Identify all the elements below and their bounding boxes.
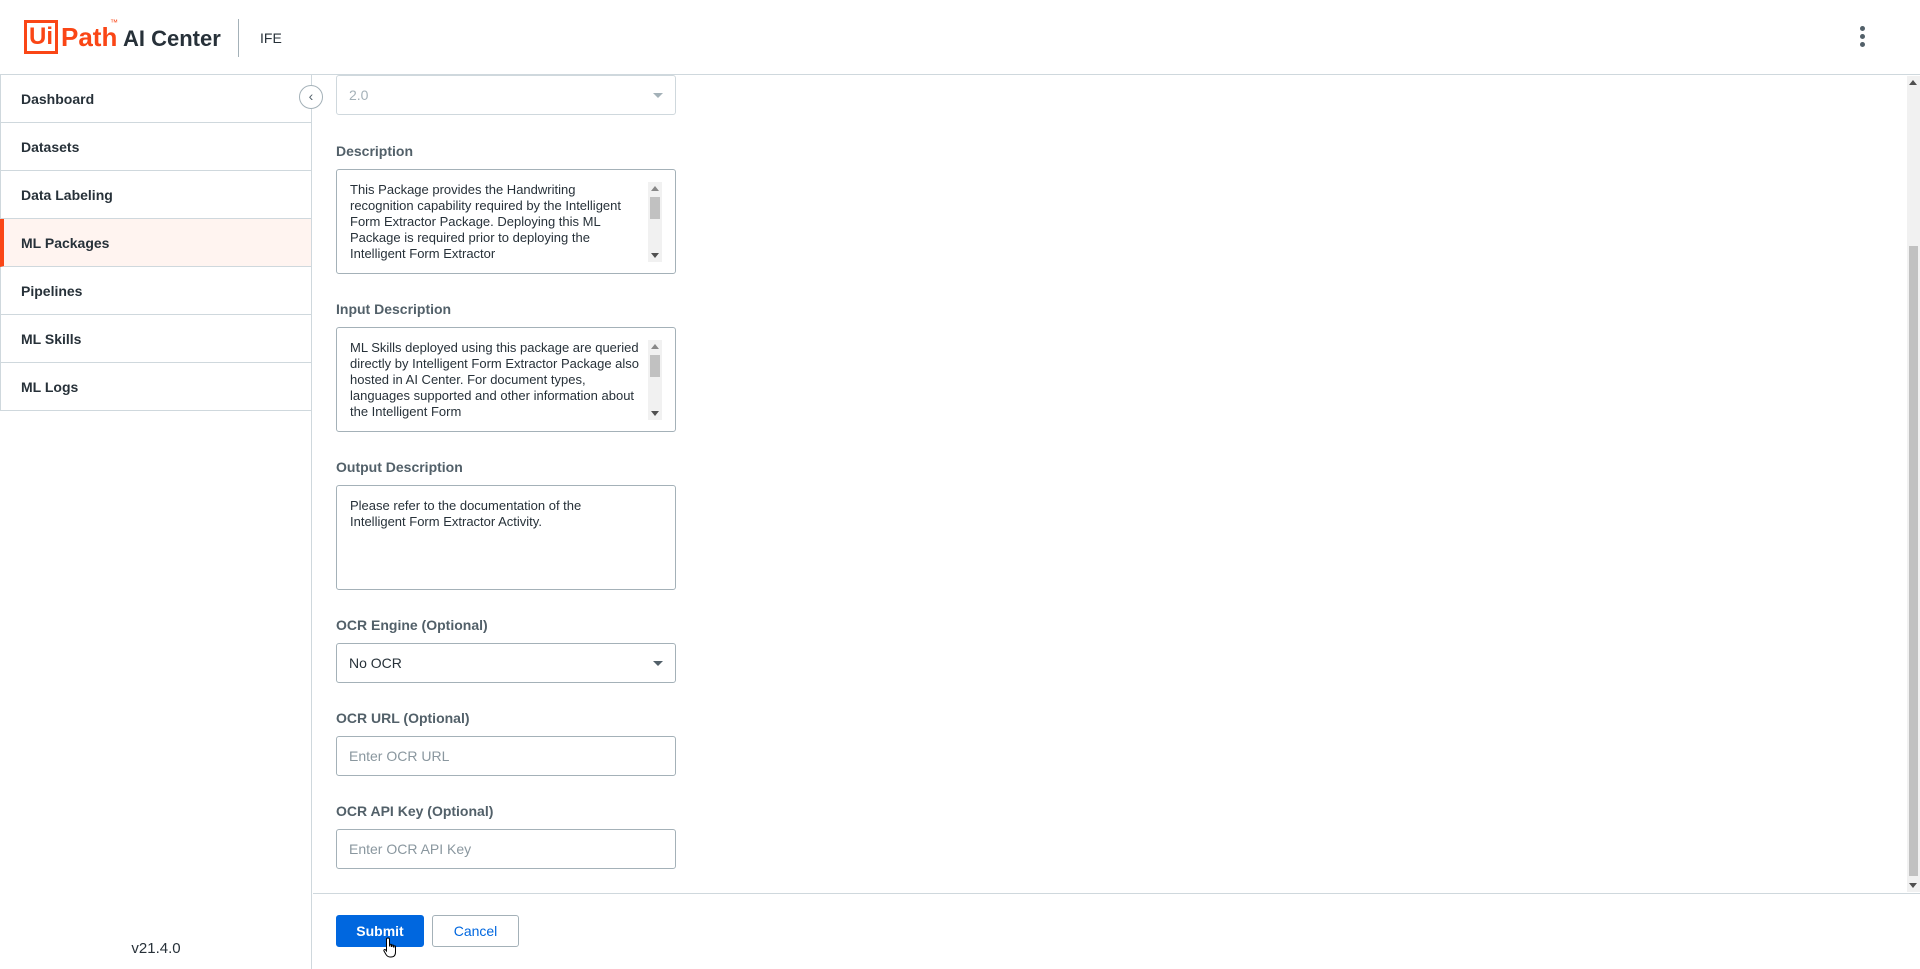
submit-button[interactable]: Submit bbox=[336, 915, 424, 947]
scroll-thumb[interactable] bbox=[650, 197, 660, 219]
uipath-logo-text: Path bbox=[61, 22, 118, 52]
scroll-thumb[interactable] bbox=[650, 355, 660, 377]
ocr-url-label: OCR URL (Optional) bbox=[336, 710, 470, 726]
ocr-api-key-label: OCR API Key (Optional) bbox=[336, 803, 494, 819]
input-description-scrollbar[interactable] bbox=[648, 340, 662, 420]
sidebar-item-datasets[interactable]: Datasets bbox=[0, 123, 311, 171]
scroll-up-icon[interactable] bbox=[651, 344, 659, 349]
output-description-label: Output Description bbox=[336, 459, 463, 475]
description-textarea[interactable]: This Package provides the Handwriting re… bbox=[336, 169, 676, 274]
sidebar: Dashboard Datasets Data Labeling ML Pack… bbox=[0, 75, 312, 969]
version-select-value: 2.0 bbox=[349, 87, 369, 103]
chevron-down-icon bbox=[653, 93, 663, 98]
sidebar-item-pipelines[interactable]: Pipelines bbox=[0, 267, 311, 315]
sidebar-item-ml-skills[interactable]: ML Skills bbox=[0, 315, 311, 363]
page-scrollbar[interactable] bbox=[1907, 76, 1920, 892]
output-description-textarea[interactable]: Please refer to the documentation of the… bbox=[336, 485, 676, 590]
scroll-down-icon[interactable] bbox=[1909, 883, 1917, 888]
app-version: v21.4.0 bbox=[131, 940, 181, 957]
ocr-url-input[interactable]: Enter OCR URL bbox=[336, 736, 676, 776]
app-header: Ui Path ™ AI Center IFE bbox=[0, 0, 1920, 75]
uipath-logo[interactable]: Ui bbox=[24, 20, 58, 54]
ocr-api-key-placeholder: Enter OCR API Key bbox=[349, 841, 472, 857]
ocr-url-placeholder: Enter OCR URL bbox=[349, 748, 450, 764]
tenant-name: IFE bbox=[260, 30, 282, 46]
hand-cursor-icon bbox=[383, 937, 396, 958]
scroll-up-icon[interactable] bbox=[651, 186, 659, 191]
product-name: AI Center bbox=[123, 26, 221, 51]
scroll-up-icon[interactable] bbox=[1909, 80, 1917, 85]
ocr-api-key-input[interactable]: Enter OCR API Key bbox=[336, 829, 676, 869]
input-description-text: ML Skills deployed using this package ar… bbox=[350, 340, 640, 419]
scroll-down-icon[interactable] bbox=[651, 411, 659, 416]
collapse-sidebar-icon[interactable]: ‹ bbox=[299, 85, 323, 109]
ocr-engine-select[interactable]: No OCR bbox=[336, 643, 676, 683]
main-content: 2.0 Description This Package provides th… bbox=[313, 75, 1920, 969]
scroll-thumb[interactable] bbox=[1909, 246, 1918, 876]
trademark-mark: ™ bbox=[110, 18, 118, 27]
sidebar-item-data-labeling[interactable]: Data Labeling bbox=[0, 171, 311, 219]
sidebar-item-dashboard[interactable]: Dashboard bbox=[0, 75, 311, 123]
cancel-button[interactable]: Cancel bbox=[432, 915, 519, 947]
ocr-engine-value: No OCR bbox=[349, 655, 402, 671]
output-description-text: Please refer to the documentation of the… bbox=[350, 498, 582, 529]
version-select: 2.0 bbox=[336, 75, 676, 115]
ocr-engine-label: OCR Engine (Optional) bbox=[336, 617, 488, 633]
chevron-down-icon bbox=[653, 661, 663, 666]
header-divider bbox=[238, 19, 239, 57]
input-description-textarea[interactable]: ML Skills deployed using this package ar… bbox=[336, 327, 676, 432]
more-options-icon[interactable] bbox=[1855, 24, 1869, 52]
sidebar-item-ml-packages[interactable]: ML Packages bbox=[0, 219, 311, 267]
scroll-down-icon[interactable] bbox=[651, 253, 659, 258]
description-label: Description bbox=[336, 143, 414, 159]
description-scrollbar[interactable] bbox=[648, 182, 662, 262]
input-description-label: Input Description bbox=[336, 301, 452, 317]
description-text: This Package provides the Handwriting re… bbox=[350, 182, 622, 261]
sidebar-item-ml-logs[interactable]: ML Logs bbox=[0, 363, 311, 411]
form-footer: Submit Cancel bbox=[313, 893, 1920, 969]
